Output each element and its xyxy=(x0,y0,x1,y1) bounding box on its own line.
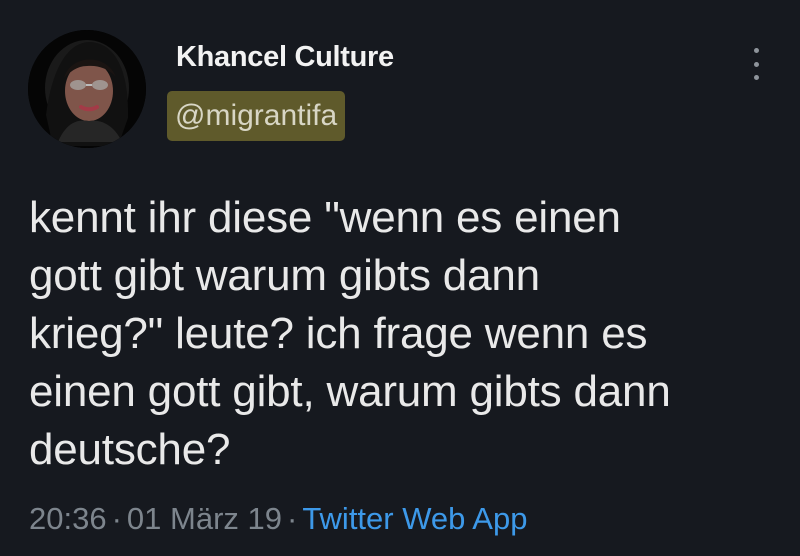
tweet-date: 01 März 19 xyxy=(126,501,282,536)
tweet-text-line: einen gott gibt, warum gibts dann xyxy=(29,367,671,416)
more-dot-icon xyxy=(753,75,759,80)
more-vertical-icon[interactable] xyxy=(744,48,768,80)
tweet-text-line: krieg?" leute? ich frage wenn es xyxy=(29,309,648,358)
avatar-image xyxy=(28,30,146,148)
meta-separator: · xyxy=(111,501,122,536)
tweet-source-link[interactable]: Twitter Web App xyxy=(302,501,527,536)
avatar[interactable] xyxy=(28,30,146,148)
tweet-text-line: deutsche? xyxy=(29,425,231,474)
tweet-text: kennt ihr diese "wenn es einen gott gibt… xyxy=(29,189,779,479)
display-name[interactable]: Khancel Culture xyxy=(176,41,394,74)
tweet-text-line: gott gibt warum gibts dann xyxy=(29,251,540,300)
tweet-time: 20:36 xyxy=(29,501,107,536)
more-dot-icon xyxy=(753,48,759,53)
meta-separator: · xyxy=(286,501,298,536)
handle[interactable]: @migrantifa xyxy=(167,91,346,141)
more-dot-icon xyxy=(753,61,759,67)
tweet-card: Khancel Culture @migrantifa kennt ihr di… xyxy=(0,0,800,556)
tweet-text-line: kennt ihr diese "wenn es einen xyxy=(29,193,621,242)
tweet-metadata: 20:36 · 01 März 19 · Twitter Web App xyxy=(29,501,527,537)
